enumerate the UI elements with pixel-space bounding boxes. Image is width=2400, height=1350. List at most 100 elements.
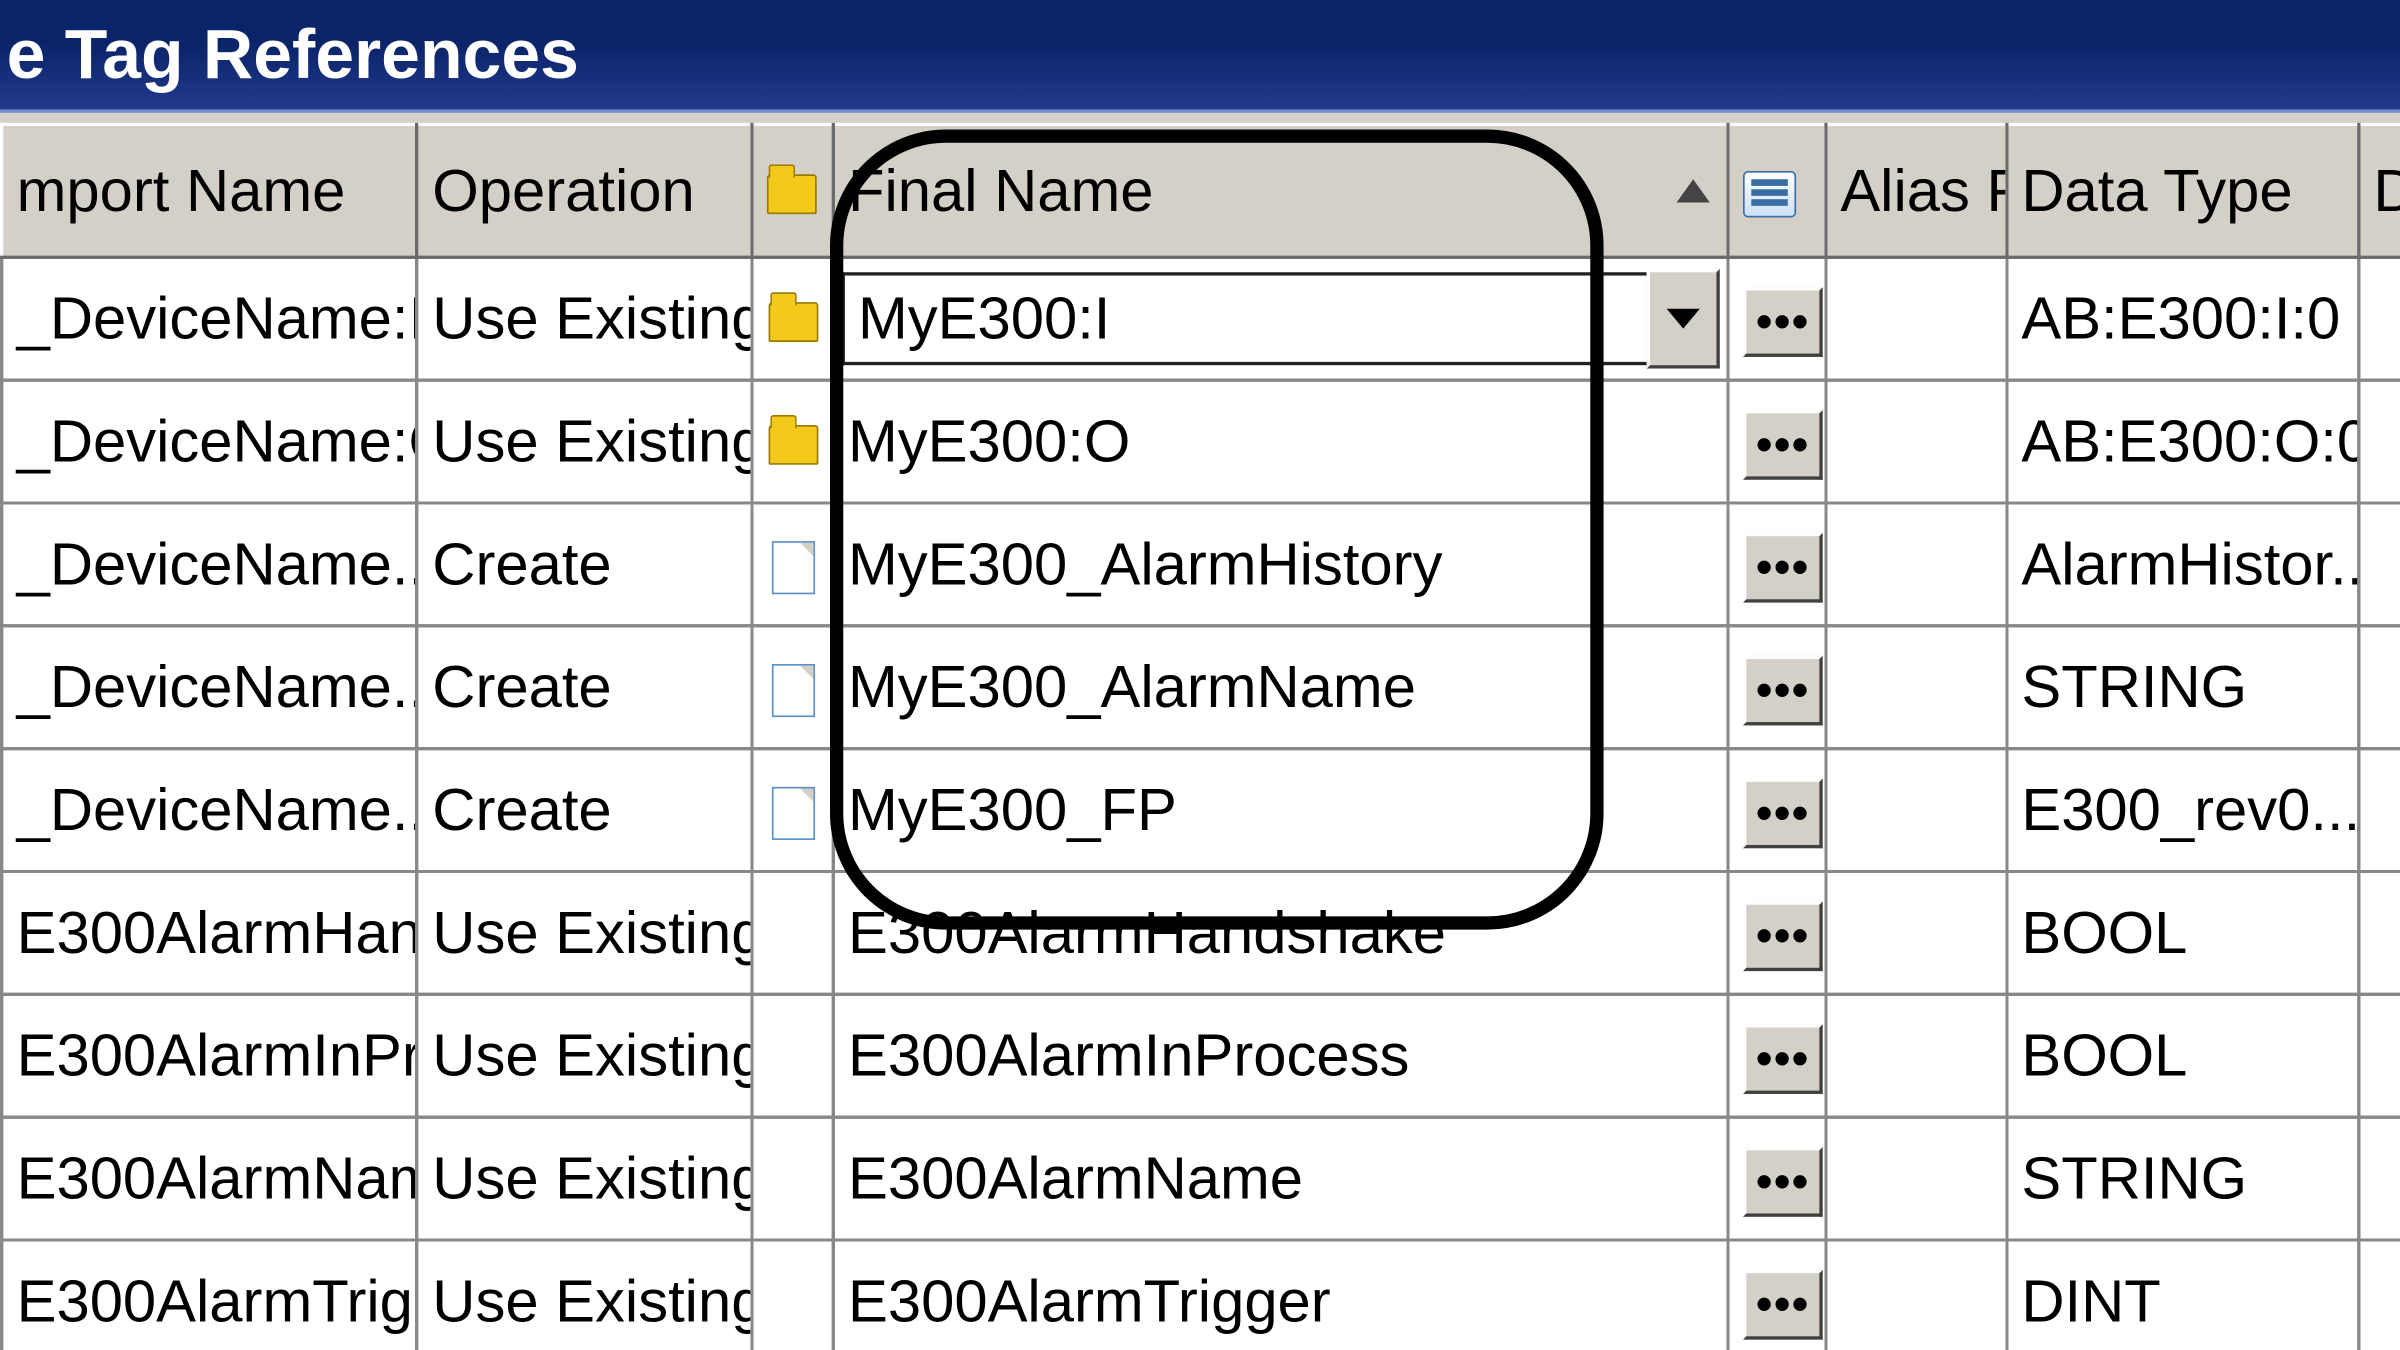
table-row[interactable]: E300AlarmInPr...Use Existing E300AlarmInP… [2, 994, 2400, 1117]
import-name-text: _DeviceName:O [17, 407, 418, 475]
cell-import-name[interactable]: _DeviceName:O [2, 380, 418, 503]
header-data-type[interactable]: Data Type [2006, 125, 2358, 258]
cell-data-type[interactable]: BOOL [2006, 872, 2358, 995]
folder-icon [768, 175, 818, 215]
cell-operation[interactable]: Use Existing [417, 1240, 752, 1350]
cell-data-type[interactable]: STRING [2006, 1117, 2358, 1240]
browse-button[interactable]: ••• [1743, 409, 1823, 479]
cell-final-name[interactable]: MyE300_FP [833, 749, 1728, 872]
browse-button[interactable]: ••• [1743, 1146, 1823, 1216]
header-import-name[interactable]: mport Name [2, 125, 418, 258]
properties-icon [1743, 172, 1796, 218]
cell-operation[interactable]: Use Existing [417, 380, 752, 503]
cell-operation[interactable]: Create [417, 503, 752, 626]
page-icon [771, 542, 814, 595]
cell-final-name[interactable]: MyE300:I [833, 257, 1728, 380]
cell-operation[interactable]: Use Existing [417, 257, 752, 380]
cell-operation[interactable]: Use Existing [417, 872, 752, 995]
cell-final-name[interactable]: E300AlarmTrigger [833, 1240, 1728, 1350]
cell-alias-for[interactable] [1825, 257, 2006, 380]
cell-alias-for[interactable] [1825, 1240, 2006, 1350]
cell-data-type[interactable]: DINT [2006, 1240, 2358, 1350]
cell-import-name[interactable]: E300AlarmHan... [2, 872, 418, 995]
data-type-text: E300_rev0... [2021, 775, 2358, 843]
browse-button[interactable]: ••• [1743, 901, 1823, 971]
cell-import-name[interactable]: E300AlarmName [2, 1117, 418, 1240]
operation-text: Use Existing [432, 284, 752, 352]
cell-import-name[interactable]: _DeviceName... [2, 503, 418, 626]
final-name-text: E300AlarmName [848, 1144, 1303, 1212]
final-name-combo[interactable]: MyE300:I [841, 272, 1720, 365]
cell-operation[interactable]: Use Existing [417, 994, 752, 1117]
browse-button[interactable]: ••• [1743, 532, 1823, 602]
cell-alias-for[interactable] [1825, 994, 2006, 1117]
table-row[interactable]: E300AlarmNameUse ExistingE300AlarmName••… [2, 1117, 2400, 1240]
cell-type-icon [753, 380, 833, 503]
cell-extra [2358, 994, 2400, 1117]
cell-final-name[interactable]: E300AlarmInProcess [833, 994, 1728, 1117]
header-alias-for[interactable]: Alias F [1825, 125, 2006, 258]
cell-browse: ••• [1728, 994, 1825, 1117]
table-row[interactable]: _DeviceName...Create MyE300_FP••• E300_rev… [2, 749, 2400, 872]
cell-final-name[interactable]: E300AlarmName [833, 1117, 1728, 1240]
cell-browse: ••• [1728, 380, 1825, 503]
browse-button[interactable]: ••• [1743, 655, 1823, 725]
header-properties-column[interactable] [1728, 125, 1825, 258]
cell-final-name[interactable]: MyE300:O [833, 380, 1728, 503]
import-name-text: E300AlarmHan... [17, 898, 418, 966]
cell-alias-for[interactable] [1825, 503, 2006, 626]
cell-alias-for[interactable] [1825, 749, 2006, 872]
cell-data-type[interactable]: AB:E300:O:0 [2006, 380, 2358, 503]
cell-data-type[interactable]: BOOL [2006, 994, 2358, 1117]
grid-header-row: mport Name Operation Final Name Alias F … [2, 125, 2400, 258]
cell-alias-for[interactable] [1825, 380, 2006, 503]
cell-import-name[interactable]: _DeviceName... [2, 626, 418, 749]
tag-grid-container: mport Name Operation Final Name Alias F … [0, 113, 2400, 1350]
table-row[interactable]: _DeviceName...Create MyE300_AlarmName••• S… [2, 626, 2400, 749]
header-operation[interactable]: Operation [417, 125, 752, 258]
table-row[interactable]: E300AlarmTrig...Use Existing E300AlarmTri… [2, 1240, 2400, 1350]
cell-data-type[interactable]: STRING [2006, 626, 2358, 749]
final-name-text: E300AlarmTrigger [848, 1267, 1331, 1335]
table-row[interactable]: _DeviceName:IUse Existing MyE300:I ••• AB:E… [2, 257, 2400, 380]
browse-button[interactable]: ••• [1743, 286, 1823, 356]
import-name-text: _DeviceName:I [17, 284, 418, 352]
browse-button[interactable]: ••• [1743, 1023, 1823, 1093]
data-type-text: BOOL [2021, 898, 2187, 966]
table-row[interactable]: _DeviceName...Create MyE300_AlarmHistory•… [2, 503, 2400, 626]
table-row[interactable]: _DeviceName:OUse Existing MyE300:O••• AB:E… [2, 380, 2400, 503]
cell-operation[interactable]: Use Existing [417, 1117, 752, 1240]
browse-button[interactable]: ••• [1743, 1269, 1823, 1339]
final-name-text: E300AlarmInProcess [848, 1021, 1409, 1089]
cell-import-name[interactable]: _DeviceName:I [2, 257, 418, 380]
header-final-name[interactable]: Final Name [833, 125, 1728, 258]
cell-type-icon [753, 872, 833, 995]
cell-final-name[interactable]: E300AlarmHandshake [833, 872, 1728, 995]
cell-import-name[interactable]: E300AlarmTrig... [2, 1240, 418, 1350]
final-name-input[interactable]: MyE300:I [841, 272, 1646, 365]
cell-alias-for[interactable] [1825, 626, 2006, 749]
cell-final-name[interactable]: MyE300_AlarmName [833, 626, 1728, 749]
cell-import-name[interactable]: _DeviceName... [2, 749, 418, 872]
cell-alias-for[interactable] [1825, 872, 2006, 995]
cell-browse: ••• [1728, 1117, 1825, 1240]
cell-final-name[interactable]: MyE300_AlarmHistory [833, 503, 1728, 626]
cell-alias-for[interactable] [1825, 1117, 2006, 1240]
window-titlebar: e Tag References [0, 0, 2400, 113]
operation-text: Use Existing [432, 1267, 752, 1335]
cell-type-icon [753, 994, 833, 1117]
cell-type-icon [753, 1240, 833, 1350]
table-row[interactable]: E300AlarmHan...Use Existing E300AlarmHand… [2, 872, 2400, 995]
import-name-text: E300AlarmName [17, 1144, 418, 1212]
header-extra[interactable]: D [2358, 125, 2400, 258]
header-icon-column[interactable] [753, 125, 833, 258]
dropdown-button[interactable] [1647, 269, 1720, 369]
browse-button[interactable]: ••• [1743, 778, 1823, 848]
cell-operation[interactable]: Create [417, 749, 752, 872]
cell-data-type[interactable]: E300_rev0... [2006, 749, 2358, 872]
cell-data-type[interactable]: AlarmHistor... [2006, 503, 2358, 626]
cell-operation[interactable]: Create [417, 626, 752, 749]
cell-data-type[interactable]: AB:E300:I:0 [2006, 257, 2358, 380]
page-icon [771, 665, 814, 718]
cell-import-name[interactable]: E300AlarmInPr... [2, 994, 418, 1117]
